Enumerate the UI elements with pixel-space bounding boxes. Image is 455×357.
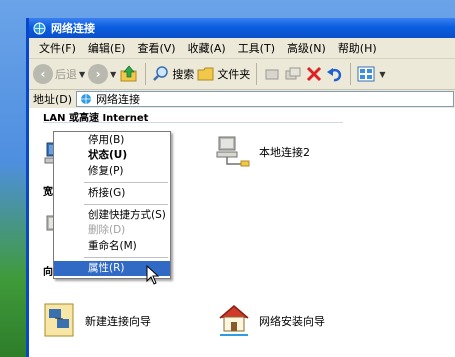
menu-separator [84,181,168,183]
menu-item-status[interactable]: 状态(U) [54,148,170,163]
folder-icon [197,67,214,81]
search-button[interactable]: 搜索 [152,65,194,83]
menu-item-bridge[interactable]: 桥接(G) [54,186,170,201]
move-to-button[interactable] [263,65,281,83]
address-value: 网络连接 [96,93,141,106]
address-input[interactable]: 网络连接 [76,91,455,107]
delete-button[interactable] [305,65,323,83]
move-to-icon [265,69,279,80]
up-folder-icon [120,65,137,82]
window-title: 网络连接 [51,22,95,35]
back-button[interactable]: ‹ 后退 ▼ [33,64,85,84]
menu-favorites[interactable]: 收藏(A) [182,40,232,56]
chevron-down-icon[interactable]: ▼ [79,70,85,79]
menu-separator [84,204,168,206]
toolbar-separator [256,63,258,85]
views-button[interactable]: ▼ [357,65,385,83]
network-setup-wizard-label: 网络安装向导 [259,315,325,328]
search-label: 搜索 [172,68,195,81]
views-icon [357,66,375,82]
local-connection-2-label: 本地连接2 [259,146,310,159]
toolbar-separator [350,63,352,85]
undo-icon [327,68,342,82]
network-globe-icon [81,94,92,104]
home-network-icon [219,305,249,336]
menu-help[interactable]: 帮助(H) [332,40,383,56]
address-bar: 地址(D) 网络连接 [29,90,455,109]
mouse-pointer-icon [146,265,160,285]
delete-x-icon [307,66,322,82]
context-menu: 停用(B) 状态(U) 修复(P) 桥接(G) 创建快捷方式(S) 删除(D) … [53,131,171,279]
toolbar: ‹ 后退 ▼ › ▼ 搜索 文件夹 ▼ [29,59,455,90]
menu-item-create-shortcut[interactable]: 创建快捷方式(S) [54,208,170,223]
address-label: 地址(D) [33,93,73,106]
chevron-down-icon[interactable]: ▼ [379,70,385,79]
menu-item-disable[interactable]: 停用(B) [54,133,170,148]
folders-button[interactable]: 文件夹 [197,66,250,82]
menu-advanced[interactable]: 高级(N) [281,40,332,56]
copy-to-button[interactable] [284,65,302,83]
back-arrow-icon: ‹ [33,64,53,84]
menu-view[interactable]: 查看(V) [131,40,181,56]
network-setup-wizard-item[interactable]: 网络安装向导 [217,302,325,340]
forward-button[interactable]: › ▼ [88,64,116,84]
connection-wizard-icon [44,303,74,337]
menu-item-rename[interactable]: 重命名(M) [54,239,170,254]
menu-item-delete: 删除(D) [88,224,126,237]
forward-arrow-icon: › [88,64,109,84]
title-bar[interactable]: 网络连接 [29,18,455,38]
menu-edit[interactable]: 编辑(E) [82,40,132,56]
undo-button[interactable] [326,65,344,83]
menu-tools[interactable]: 工具(T) [232,40,281,56]
new-connection-wizard-item[interactable]: 新建连接向导 [43,302,151,340]
toolbar-separator [145,63,147,85]
network-globe-icon [33,22,46,34]
menu-bar: 文件(F) 编辑(E) 查看(V) 收藏(A) 工具(T) 高级(N) 帮助(H… [29,38,455,59]
menu-item-repair[interactable]: 修复(P) [54,164,170,179]
back-label: 后退 [55,68,77,81]
folders-label: 文件夹 [217,68,251,81]
chevron-down-icon[interactable]: ▼ [110,70,116,79]
local-connection-2-item[interactable]: 本地连接2 [215,134,310,170]
network-connection-icon [216,136,250,167]
copy-to-icon [285,67,301,80]
up-folder-button[interactable] [119,64,139,84]
menu-file[interactable]: 文件(F) [33,40,82,56]
new-connection-wizard-label: 新建连接向导 [85,315,151,328]
group-divider [43,122,343,123]
menu-separator [84,257,168,259]
search-icon [153,66,169,81]
